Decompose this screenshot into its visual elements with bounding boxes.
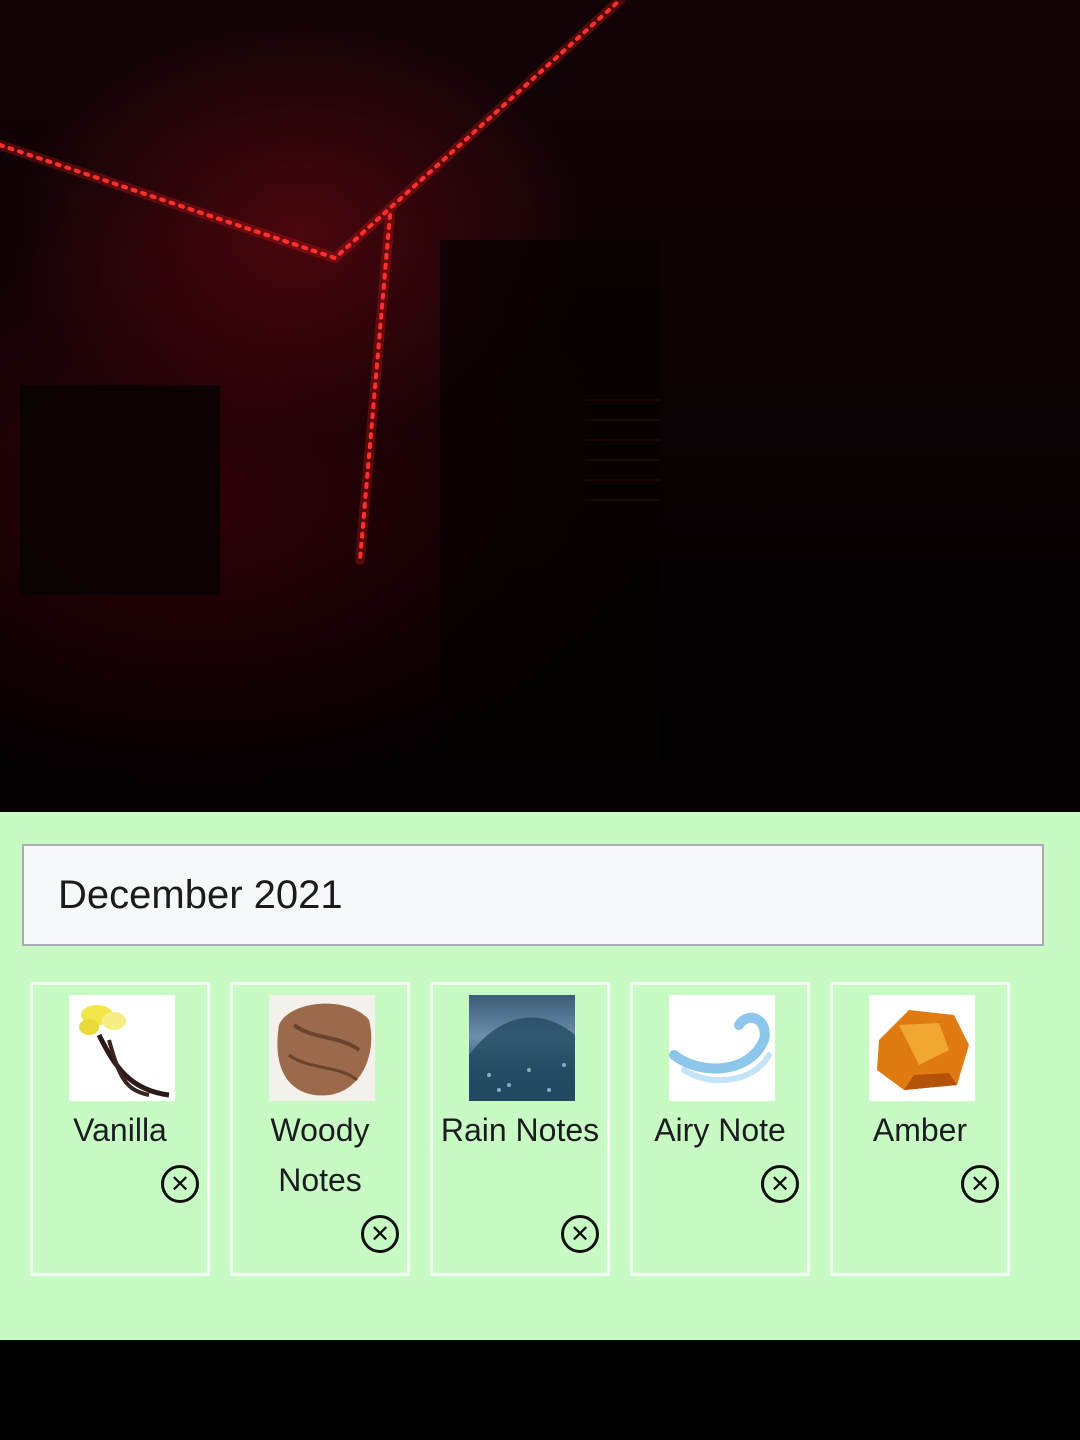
note-label: Vanilla bbox=[73, 1112, 167, 1148]
remove-icon[interactable]: ✕ bbox=[161, 1165, 199, 1203]
rain-image bbox=[469, 995, 575, 1101]
notes-panel: December 2021 Vanilla ✕ Woody Notes ✕ Ra… bbox=[0, 812, 1080, 1340]
note-label: Airy Note bbox=[654, 1112, 786, 1148]
note-label: Woody Notes bbox=[270, 1112, 370, 1198]
background-photo bbox=[0, 0, 1080, 812]
note-label: Amber bbox=[872, 1112, 968, 1148]
vanilla-flower-image bbox=[69, 995, 175, 1101]
date-field[interactable]: December 2021 bbox=[22, 844, 1044, 946]
note-card-airy-note[interactable]: Airy Note ✕ bbox=[630, 982, 810, 1276]
amber-stone-image bbox=[869, 995, 975, 1101]
air-swirl-image bbox=[669, 995, 775, 1101]
note-label: Rain Notes bbox=[440, 1112, 600, 1148]
note-card-woody-notes[interactable]: Woody Notes ✕ bbox=[230, 982, 410, 1276]
note-card-vanilla[interactable]: Vanilla ✕ bbox=[30, 982, 210, 1276]
bottom-bar bbox=[0, 1340, 1080, 1440]
wood-image bbox=[269, 995, 375, 1101]
note-card-rain-notes[interactable]: Rain Notes ✕ bbox=[430, 982, 610, 1276]
note-card-amber[interactable]: Amber ✕ bbox=[830, 982, 1010, 1276]
remove-icon[interactable]: ✕ bbox=[961, 1165, 999, 1203]
remove-icon[interactable]: ✕ bbox=[761, 1165, 799, 1203]
remove-icon[interactable]: ✕ bbox=[361, 1215, 399, 1253]
remove-icon[interactable]: ✕ bbox=[561, 1215, 599, 1253]
